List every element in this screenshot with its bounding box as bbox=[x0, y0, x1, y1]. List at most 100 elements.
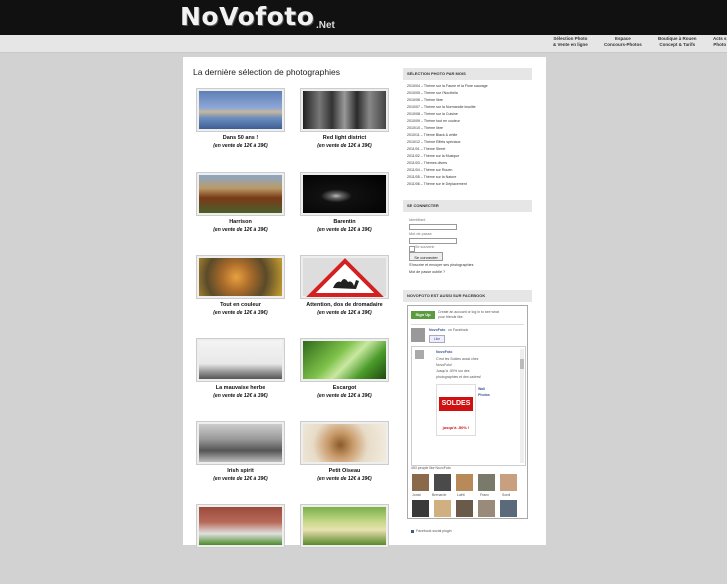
photo-card[interactable]: La mauvaise herbe (en vente de 12€ à 39€… bbox=[193, 338, 288, 418]
facebook-widget: Sign Up Create an account or log in to s… bbox=[407, 305, 528, 533]
photo-thumbnail[interactable] bbox=[196, 88, 285, 132]
photo-price: (en vente de 12€ à 39€) bbox=[213, 393, 268, 399]
page-title: La dernière sélection de photographies bbox=[193, 67, 340, 77]
month-list: 2010/04 – Thème sur la Faune et la Flore… bbox=[407, 83, 488, 188]
photo-card[interactable]: Tout en couleur (en vente de 12€ à 39€) bbox=[193, 255, 288, 335]
photo-price: (en vente de 12€ à 39€) bbox=[317, 310, 372, 316]
month-selection-heading: SÉLECTION PHOTO PAR MOIS bbox=[403, 68, 532, 80]
nav-actus[interactable]: Acts s Photo bbox=[713, 36, 727, 48]
soldes-image[interactable]: SOLDES jusqu'à -50% ! bbox=[436, 384, 476, 436]
photo-thumbnail[interactable] bbox=[300, 504, 389, 548]
friend-name[interactable]: Laëti bbox=[457, 493, 465, 497]
photo-card[interactable]: Harrison (en vente de 12€ à 39€) bbox=[193, 172, 288, 252]
month-link[interactable]: 2011/02 – Thème sur la Musique bbox=[407, 153, 488, 160]
friend-name[interactable]: Franc bbox=[480, 493, 489, 497]
month-link[interactable]: 2010/04 – Thème sur la Faune et la Flore… bbox=[407, 83, 488, 90]
friend-avatar[interactable] bbox=[412, 500, 429, 517]
month-link[interactable]: 2010/05 – Thème sur l'Nocthéla bbox=[407, 90, 488, 97]
nav-concours[interactable]: Espace Concours-Photos bbox=[604, 36, 642, 48]
friend-avatar[interactable] bbox=[434, 474, 451, 491]
friend-name[interactable]: Brenarde bbox=[432, 493, 446, 497]
photo-card[interactable]: Escargot (en vente de 12€ à 39€) bbox=[297, 338, 392, 418]
post-text-3: Jusqu'à -50% sur des bbox=[436, 369, 470, 373]
photo-thumbnail[interactable] bbox=[196, 504, 285, 548]
month-link[interactable]: 2010/08 – Thème sur la Cuisine bbox=[407, 111, 488, 118]
nav-boutique[interactable]: Boutique à Rouen Concept & Tarifs bbox=[658, 36, 697, 48]
month-link[interactable]: 2010/11 – Thème Black & white bbox=[407, 132, 488, 139]
photo-title[interactable]: La mauvaise herbe bbox=[193, 385, 288, 391]
photo-title[interactable]: Tout en couleur bbox=[193, 302, 288, 308]
month-link[interactable]: 2010/12 – Thème Effets spéciaux bbox=[407, 139, 488, 146]
photo-card[interactable]: Dans 50 ans ! (en vente de 12€ à 39€) bbox=[193, 88, 288, 168]
photo-title[interactable]: Irish spirit bbox=[193, 468, 288, 474]
photo-title[interactable]: Barentin bbox=[297, 219, 392, 225]
photo-thumbnail[interactable] bbox=[196, 172, 285, 216]
friend-avatar[interactable] bbox=[456, 474, 473, 491]
friend-avatar[interactable] bbox=[412, 474, 429, 491]
month-link[interactable]: 2010/09 – Thème tout en couleur bbox=[407, 118, 488, 125]
fb-scrollbar[interactable] bbox=[520, 349, 524, 463]
photo-card[interactable]: Attention, dos de dromadaire (en vente d… bbox=[297, 255, 392, 335]
soldes-subtitle: jusqu'à -50% ! bbox=[442, 425, 470, 430]
photo-thumbnail[interactable] bbox=[300, 255, 389, 299]
login-button[interactable]: Se connecter bbox=[409, 252, 443, 261]
photo-title[interactable]: Escargot bbox=[297, 385, 392, 391]
fb-signup-button[interactable]: Sign Up bbox=[411, 311, 435, 319]
username-input[interactable] bbox=[409, 224, 457, 230]
month-link[interactable]: 2011/03 – Thèmes divers bbox=[407, 160, 488, 167]
photo-thumbnail[interactable] bbox=[196, 338, 285, 382]
remember-label: Se souvenir bbox=[415, 245, 435, 249]
fb-wall-link[interactable]: Wall bbox=[478, 387, 485, 391]
facebook-panel: NOVOFOTO EST AUSSI SUR FACEBOOK Sign Up … bbox=[403, 290, 532, 533]
fb-like-button[interactable]: Like bbox=[429, 335, 445, 343]
photo-title[interactable]: Harrison bbox=[193, 219, 288, 225]
photo-thumbnail[interactable] bbox=[300, 172, 389, 216]
photo-card[interactable] bbox=[297, 504, 392, 584]
fb-page-name[interactable]: NovoFoto bbox=[429, 328, 445, 332]
photo-card[interactable]: Red light district (en vente de 12€ à 39… bbox=[297, 88, 392, 168]
fb-scrollbar-thumb[interactable] bbox=[520, 359, 524, 369]
month-link[interactable]: 2011/01 – Thème Street bbox=[407, 146, 488, 153]
photo-price: (en vente de 12€ à 39€) bbox=[317, 476, 372, 482]
photo-card[interactable]: Barentin (en vente de 12€ à 39€) bbox=[297, 172, 392, 252]
friend-avatar[interactable] bbox=[478, 474, 495, 491]
photo-title[interactable]: Petit Oiseau bbox=[297, 468, 392, 474]
friend-name[interactable]: Sordi bbox=[502, 493, 510, 497]
friend-avatar[interactable] bbox=[500, 500, 517, 517]
fb-plugin-label[interactable]: Facebook social plugin bbox=[416, 529, 452, 533]
signup-link[interactable]: S'inscrire et envoyer ses photographies bbox=[409, 263, 473, 267]
friend-avatar[interactable] bbox=[456, 500, 473, 517]
photo-thumbnail[interactable] bbox=[300, 421, 389, 465]
forgot-password-link[interactable]: Mot de passe oublié ? bbox=[409, 270, 445, 274]
fb-photos-link[interactable]: Photos bbox=[478, 393, 490, 397]
photo-price: (en vente de 12€ à 39€) bbox=[213, 476, 268, 482]
photo-title[interactable]: Red light district bbox=[297, 135, 392, 141]
friend-avatar[interactable] bbox=[434, 500, 451, 517]
photo-thumbnail[interactable] bbox=[300, 338, 389, 382]
month-link[interactable]: 2011/06 – Thème sur le Déplacement bbox=[407, 181, 488, 188]
photo-thumbnail[interactable] bbox=[196, 255, 285, 299]
post-text-2: NovoFoto! bbox=[436, 363, 453, 367]
password-label: Mot de passe bbox=[409, 232, 432, 236]
photo-thumbnail[interactable] bbox=[196, 421, 285, 465]
nav-selection-vente[interactable]: Sélection Photo & Vente en ligne bbox=[553, 36, 588, 48]
month-link[interactable]: 2010/07 – Thème sur la Normandie insolit… bbox=[407, 104, 488, 111]
password-input[interactable] bbox=[409, 238, 457, 244]
month-link[interactable]: 2011/05 – Thème sur la Nature bbox=[407, 174, 488, 181]
post-author[interactable]: NovoFoto bbox=[436, 350, 452, 354]
friend-avatar[interactable] bbox=[478, 500, 495, 517]
month-link[interactable]: 2010/06 – Thème libre bbox=[407, 97, 488, 104]
month-link[interactable]: 2010/10 – Thème libre bbox=[407, 125, 488, 132]
photo-card[interactable]: Petit Oiseau (en vente de 12€ à 39€) bbox=[297, 421, 392, 501]
month-link[interactable]: 2011/04 – Thème sur Rouen bbox=[407, 167, 488, 174]
site-logo[interactable]: NoVofoto bbox=[180, 2, 314, 31]
photo-title[interactable]: Dans 50 ans ! bbox=[193, 135, 288, 141]
photo-card[interactable]: Irish spirit (en vente de 12€ à 39€) bbox=[193, 421, 288, 501]
photo-thumbnail[interactable] bbox=[300, 88, 389, 132]
friend-avatar[interactable] bbox=[500, 474, 517, 491]
friend-name[interactable]: Jonat bbox=[412, 493, 421, 497]
fb-signup-text: Create an account or log in to see what bbox=[438, 310, 499, 314]
photo-card[interactable] bbox=[193, 504, 288, 584]
photo-title[interactable]: Attention, dos de dromadaire bbox=[297, 302, 392, 308]
page-avatar[interactable] bbox=[411, 328, 425, 342]
